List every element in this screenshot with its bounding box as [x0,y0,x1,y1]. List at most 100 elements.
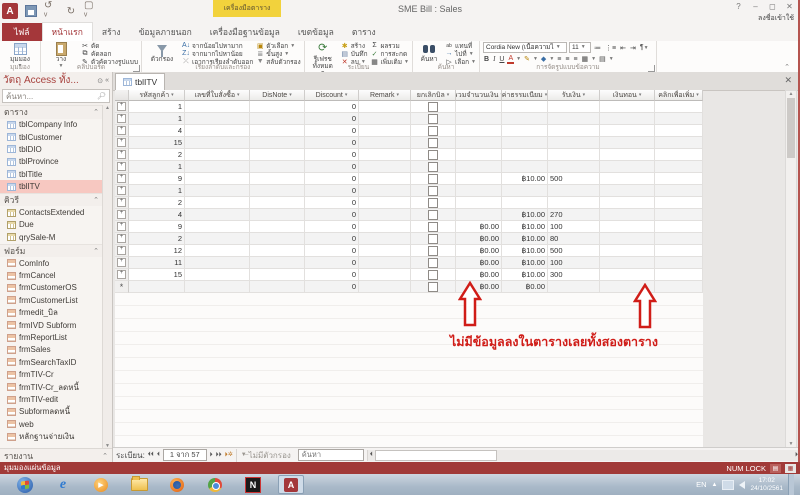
cell-fee[interactable] [502,125,548,137]
cell-received[interactable] [548,113,600,125]
scroll-left-icon[interactable]: ⏴ [370,452,373,459]
nav-item-contactsextended[interactable]: ContactsExtended [0,206,103,218]
vertical-scroll-thumb[interactable] [787,98,795,158]
cell-fee[interactable] [502,113,548,125]
cell-received[interactable]: 500 [548,173,600,185]
nav-item-cominfo[interactable]: ComInfo [0,257,103,269]
cell-cust[interactable]: 2 [129,197,185,209]
touch-mode-icon[interactable]: ▢ ᵛ [84,0,98,22]
increase-indent-icon[interactable]: ⇥ [629,44,637,52]
cell-disnote[interactable] [250,281,305,293]
cell-remark[interactable] [359,161,411,173]
nav-item-frmtiv-cr-[interactable]: frmTIV-Cr_ลดหนี้ [0,381,103,393]
nav-item-tblcompany-info[interactable]: tblCompany Info [0,119,103,131]
cancel-bill-checkbox[interactable] [428,137,438,148]
cell-disnote[interactable] [250,149,305,161]
cell-change[interactable] [600,149,655,161]
cell-discount[interactable]: 0 [305,269,359,281]
cell-disnote[interactable] [250,185,305,197]
expand-icon[interactable]: + [117,102,126,111]
cell-change[interactable] [600,269,655,281]
taskbar-item-media-player[interactable]: ▶ [88,475,114,494]
nav-item-web[interactable]: web [0,418,103,430]
text-direction-icon[interactable]: ¶▼ [639,44,650,51]
nav-scrollbar[interactable]: ▲ ▼ [102,105,112,449]
cell-cancel[interactable] [411,197,456,209]
cell-disnote[interactable] [250,125,305,137]
expand-icon[interactable]: + [117,162,126,171]
cell-disnote[interactable] [250,173,305,185]
cell-po[interactable] [185,137,250,149]
previous-record-icon[interactable]: ⏴ [157,452,160,459]
cell-change[interactable] [600,161,655,173]
speaker-icon[interactable] [739,480,746,489]
cell-clickadd[interactable] [655,257,703,269]
fill-color-button[interactable]: ◆ [540,55,547,63]
tray-expand-icon[interactable]: ▲ [712,482,718,488]
cell-discount[interactable]: 0 [305,281,359,293]
find-button[interactable]: ค้นหา [416,42,442,63]
nav-item-due[interactable]: Due [0,219,103,231]
row-selector[interactable]: + [115,269,129,281]
cell-total[interactable] [456,161,502,173]
cell-disnote[interactable] [250,137,305,149]
cell-cust[interactable]: 2 [129,149,185,161]
cell-received[interactable]: 300 [548,269,600,281]
cell-clickadd[interactable] [655,269,703,281]
undo-icon[interactable]: ↺ ᵛ [44,0,58,22]
cell-fee[interactable] [502,101,548,113]
nav-section-header[interactable]: คิวรี ⌃ [0,192,103,207]
ribbon-tab[interactable]: เครื่องมือฐานข้อมูล [201,23,289,41]
cell-fee[interactable] [502,161,548,173]
cell-change[interactable] [600,137,655,149]
cell-disnote[interactable] [250,101,305,113]
cell-cancel[interactable] [411,185,456,197]
cell-cancel[interactable] [411,161,456,173]
cancel-bill-checkbox[interactable] [428,113,438,124]
cell-change[interactable] [600,113,655,125]
align-left-icon[interactable]: ≡ [556,56,562,63]
cell-cust[interactable]: 12 [129,245,185,257]
expand-icon[interactable]: + [117,114,126,123]
cell-cust[interactable]: 1 [129,101,185,113]
cancel-bill-checkbox[interactable] [428,197,438,208]
close-button[interactable]: ✕ [781,0,798,14]
cell-cust[interactable]: 11 [129,257,185,269]
cancel-bill-checkbox[interactable] [428,257,438,268]
collapse-ribbon-icon[interactable]: ⌃ [784,63,790,71]
cancel-bill-checkbox[interactable] [428,269,438,280]
column-header-total[interactable]: รวมจำนวนเงิน▾ [456,90,502,101]
cell-received[interactable] [548,101,600,113]
redo-icon[interactable]: ↻ [64,4,78,18]
row-selector[interactable]: + [115,233,129,245]
cell-cust[interactable]: 4 [129,125,185,137]
new-record-icon[interactable]: ⏵✲ [225,451,233,459]
column-header-change[interactable]: เงินทอน ▾ [600,90,655,101]
cell-fee[interactable]: ฿10.00 [502,269,548,281]
next-record-icon[interactable]: ⏵ [210,452,213,459]
cell-po[interactable] [185,149,250,161]
column-header-po[interactable]: เลขที่ใบสั่งซื้อ ▾ [185,90,250,101]
highlight-color-button[interactable]: ✎ [523,55,531,63]
cell-cust[interactable]: 1 [129,161,185,173]
nav-item-frmcustomeros[interactable]: frmCustomerOS [0,282,103,294]
record-search-input[interactable]: ค้นหา [297,449,364,461]
cell-total[interactable] [456,197,502,209]
row-selector[interactable]: + [115,149,129,161]
cell-disnote[interactable] [250,221,305,233]
taskbar-item-chrome[interactable] [202,475,228,494]
cell-total[interactable]: ฿0.00 [456,269,502,281]
cell-clickadd[interactable] [655,161,703,173]
cell-received[interactable] [548,185,600,197]
cell-remark[interactable] [359,281,411,293]
cancel-bill-checkbox[interactable] [428,125,438,136]
cell-clickadd[interactable] [655,149,703,161]
cell-clickadd[interactable] [655,221,703,233]
scroll-up-icon[interactable]: ▲ [789,91,794,97]
cell-po[interactable] [185,101,250,113]
nav-item-frmreportlist[interactable]: frmReportList [0,331,103,343]
nav-item-frmedit-[interactable]: frmedit_บิล [0,307,103,319]
cell-total[interactable] [456,137,502,149]
bullets-icon[interactable]: ≔ [593,44,602,52]
numbering-icon[interactable]: ⋮≡ [604,44,617,52]
